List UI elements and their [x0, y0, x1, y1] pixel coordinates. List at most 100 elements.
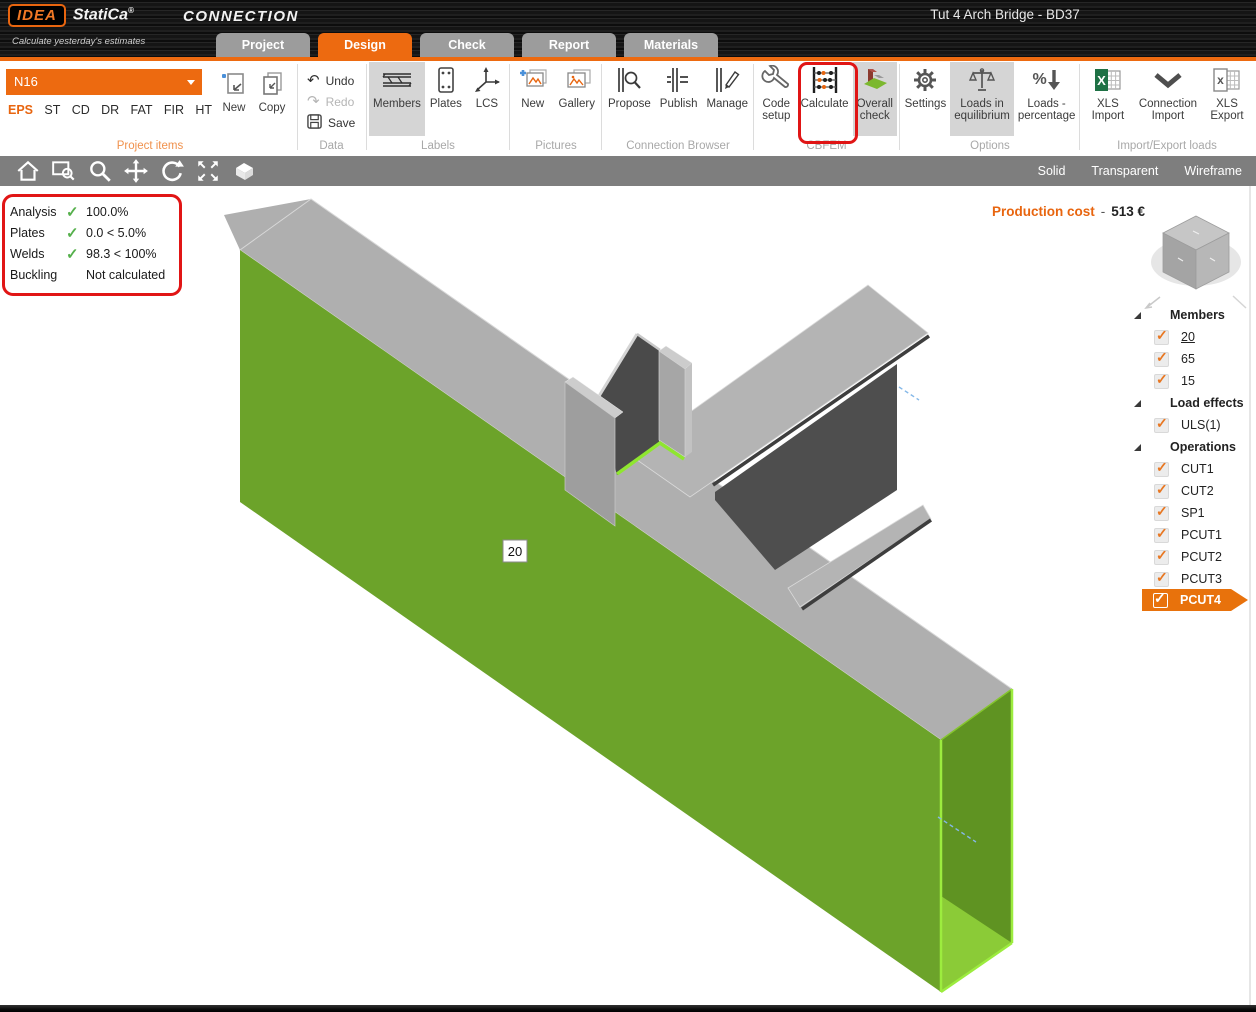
- members-labels-button[interactable]: Members: [369, 62, 425, 136]
- expander-triangle-icon[interactable]: [1134, 400, 1141, 407]
- lcs-labels-button[interactable]: LCS: [467, 62, 507, 136]
- check-icon: ✓: [1156, 459, 1168, 476]
- tree-item-cut2[interactable]: ✓ CUT2: [1130, 480, 1254, 502]
- checkbox-checked[interactable]: ✓: [1154, 374, 1169, 389]
- zoom-button[interactable]: [82, 157, 118, 185]
- tree-item-label[interactable]: CUT1: [1181, 462, 1214, 476]
- member-beam-icon: [381, 65, 413, 95]
- undo-button[interactable]: ↶ Undo: [299, 70, 364, 91]
- tree-item-sp1[interactable]: ✓ SP1: [1130, 502, 1254, 524]
- checkbox-checked[interactable]: ✓: [1153, 593, 1168, 608]
- filter-dr[interactable]: DR: [101, 103, 119, 117]
- tree-item-label[interactable]: ULS(1): [1181, 418, 1221, 432]
- connection-import-button[interactable]: Connection Import: [1134, 62, 1202, 136]
- settings-button[interactable]: Settings: [901, 62, 951, 136]
- tree-item-label[interactable]: 20: [1181, 330, 1195, 344]
- pan-button[interactable]: [118, 157, 154, 185]
- tree-item-cut1[interactable]: ✓ CUT1: [1130, 458, 1254, 480]
- tab-report[interactable]: Report: [522, 33, 616, 57]
- copy-project-item-button[interactable]: Copy: [254, 66, 290, 140]
- new-project-item-button[interactable]: New: [216, 66, 252, 140]
- tree-item-label[interactable]: PCUT4: [1180, 593, 1221, 607]
- zoom-fit-button[interactable]: [190, 157, 226, 185]
- tree-item-pcut4-selected[interactable]: ✓ PCUT4: [1142, 589, 1248, 611]
- new-document-icon: [220, 69, 248, 99]
- tree-item-label[interactable]: PCUT3: [1181, 572, 1222, 586]
- tree-item-label[interactable]: 15: [1181, 374, 1195, 388]
- checkbox-checked[interactable]: ✓: [1154, 528, 1169, 543]
- tree-item-label[interactable]: 65: [1181, 352, 1195, 366]
- filter-st[interactable]: ST: [44, 103, 60, 117]
- production-cost-value: 513 €: [1111, 204, 1145, 219]
- gear-icon: [911, 65, 939, 95]
- checkbox-checked[interactable]: ✓: [1154, 330, 1169, 345]
- home-view-button[interactable]: [10, 157, 46, 185]
- scene-3d[interactable]: 20: [0, 186, 1256, 1005]
- xls-import-button[interactable]: X XLS Import: [1082, 62, 1134, 136]
- navigation-cube[interactable]: [1146, 216, 1246, 308]
- mode-solid[interactable]: Solid: [1038, 164, 1066, 178]
- tree-item-label[interactable]: PCUT2: [1181, 550, 1222, 564]
- tree-item-uls1[interactable]: ✓ ULS(1): [1130, 414, 1254, 436]
- tree-item-pcut1[interactable]: ✓ PCUT1: [1130, 524, 1254, 546]
- code-setup-button[interactable]: Code setup: [756, 62, 797, 136]
- stub-right-plate-front-face[interactable]: [659, 351, 685, 457]
- loads-in-equilibrium-button[interactable]: Loads in equilibrium: [950, 62, 1014, 136]
- filter-cd[interactable]: CD: [72, 103, 90, 117]
- gallery-button[interactable]: Gallery: [553, 62, 600, 136]
- filter-eps[interactable]: EPS: [8, 103, 33, 117]
- status-value: 0.0 < 5.0%: [86, 226, 146, 240]
- model-viewport[interactable]: 20 Analysis ✓ 100.0% Plates ✓ 0.0 < 5.0%: [0, 186, 1256, 1005]
- mode-transparent[interactable]: Transparent: [1091, 164, 1158, 178]
- tab-check[interactable]: Check: [420, 33, 514, 57]
- tree-item-label[interactable]: PCUT1: [1181, 528, 1222, 542]
- ribbon-separator: [509, 64, 510, 150]
- checkbox-checked[interactable]: ✓: [1154, 572, 1169, 587]
- checkbox-checked[interactable]: ✓: [1154, 550, 1169, 565]
- tree-item-member-20[interactable]: ✓ 20: [1130, 326, 1254, 348]
- overall-check-button[interactable]: Overall check: [853, 62, 897, 136]
- tree-header-members[interactable]: Members: [1130, 304, 1254, 326]
- mode-wireframe[interactable]: Wireframe: [1184, 164, 1242, 178]
- tree-item-pcut2[interactable]: ✓ PCUT2: [1130, 546, 1254, 568]
- tree-header-operations[interactable]: Operations: [1130, 436, 1254, 458]
- redo-button[interactable]: ↷ Redo: [299, 91, 364, 112]
- loads-percentage-button[interactable]: % Loads - percentage: [1014, 62, 1080, 136]
- propose-button[interactable]: Propose: [604, 62, 655, 136]
- filter-ht[interactable]: HT: [195, 103, 212, 117]
- expander-triangle-icon[interactable]: [1134, 312, 1141, 319]
- tab-design[interactable]: Design: [318, 33, 412, 57]
- xls-export-button[interactable]: x XLS Export: [1202, 62, 1252, 136]
- checkbox-checked[interactable]: ✓: [1154, 418, 1169, 433]
- checkbox-checked[interactable]: ✓: [1154, 484, 1169, 499]
- checkbox-checked[interactable]: ✓: [1154, 506, 1169, 521]
- checkbox-checked[interactable]: ✓: [1154, 352, 1169, 367]
- propose-label: Propose: [608, 98, 651, 110]
- member-label-20[interactable]: 20: [503, 540, 527, 562]
- checkbox-checked[interactable]: ✓: [1154, 462, 1169, 477]
- tab-materials[interactable]: Materials: [624, 33, 718, 57]
- manage-button[interactable]: Manage: [702, 62, 752, 136]
- tree-item-member-65[interactable]: ✓ 65: [1130, 348, 1254, 370]
- zoom-window-button[interactable]: [46, 157, 82, 185]
- tree-item-label[interactable]: CUT2: [1181, 484, 1214, 498]
- solid-view-box-icon[interactable]: [226, 157, 262, 185]
- brand-name-text: StatiCa: [73, 7, 128, 24]
- save-button[interactable]: Save: [299, 112, 364, 133]
- publish-button[interactable]: Publish: [655, 62, 703, 136]
- tree-item-label[interactable]: SP1: [1181, 506, 1205, 520]
- filter-fir[interactable]: FIR: [164, 103, 184, 117]
- status-footer-bar: [0, 1005, 1256, 1012]
- tree-header-load-effects[interactable]: Load effects: [1130, 392, 1254, 414]
- rotate-view-button[interactable]: [154, 157, 190, 185]
- plates-labels-button[interactable]: Plates: [425, 62, 467, 136]
- tab-project[interactable]: Project: [216, 33, 310, 57]
- tree-item-pcut3[interactable]: ✓ PCUT3: [1130, 568, 1254, 590]
- new-picture-button[interactable]: New: [512, 62, 553, 136]
- loads-in-equilibrium-label-2: equilibrium: [954, 110, 1010, 122]
- expander-triangle-icon[interactable]: [1134, 444, 1141, 451]
- tree-item-member-15[interactable]: ✓ 15: [1130, 370, 1254, 392]
- filter-fat[interactable]: FAT: [131, 103, 153, 117]
- lcs-axes-icon: [473, 65, 501, 95]
- project-item-combobox[interactable]: N16: [6, 69, 202, 95]
